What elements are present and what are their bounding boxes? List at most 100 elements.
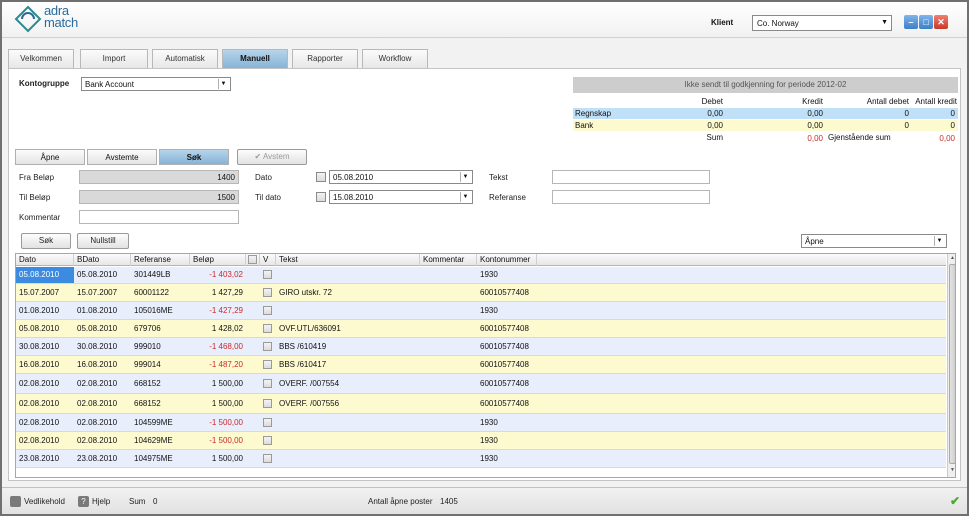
subtab-avstemte[interactable]: Avstemte bbox=[87, 149, 157, 165]
table-row[interactable]: 30.08.2010 30.08.2010 999010 -1 468,00 BBS /… bbox=[16, 338, 946, 356]
cell-kommentar bbox=[420, 320, 477, 337]
kontogruppe-label: Kontogruppe bbox=[19, 79, 70, 88]
til-dato-checkbox[interactable] bbox=[316, 192, 326, 202]
close-button[interactable]: ✕ bbox=[934, 15, 948, 29]
row-checkbox[interactable] bbox=[263, 288, 272, 297]
cell-tekst bbox=[276, 432, 420, 449]
summary-row-sum: Sum 0,00 Gjenstående sum 0,00 bbox=[573, 132, 958, 143]
col-dato[interactable]: Dato bbox=[16, 254, 74, 266]
klient-select[interactable]: Co. Norway ▼ bbox=[752, 15, 892, 31]
chevron-down-icon: ▼ bbox=[460, 192, 470, 202]
col-bdato[interactable]: BDato bbox=[74, 254, 131, 266]
cell-dato: 05.08.2010 bbox=[16, 267, 74, 283]
bank-antall-debet: 0 bbox=[904, 121, 909, 130]
maximize-button[interactable]: □ bbox=[919, 15, 933, 29]
scroll-down-icon[interactable]: ▼ bbox=[949, 467, 955, 475]
row-checkbox[interactable] bbox=[263, 436, 272, 445]
table-row[interactable]: 02.08.2010 02.08.2010 668152 1 500,00 OVERF.… bbox=[16, 374, 946, 394]
tab-velkommen[interactable]: Velkommen bbox=[8, 49, 74, 68]
minimize-button[interactable]: – bbox=[904, 15, 918, 29]
til-dato-picker[interactable]: 15.08.2010 ▼ bbox=[329, 190, 473, 204]
cell-kommentar bbox=[420, 414, 477, 431]
col-kontonummer[interactable]: Kontonummer bbox=[477, 254, 537, 266]
fra-belop-field[interactable]: 1400 bbox=[79, 170, 239, 184]
kontogruppe-select[interactable]: Bank Account ▼ bbox=[81, 77, 231, 91]
table-row[interactable]: 02.08.2010 02.08.2010 104599ME -1 500,00 193… bbox=[16, 414, 946, 432]
tab-manuell[interactable]: Manuell bbox=[222, 49, 288, 68]
nullstill-button[interactable]: Nullstill bbox=[77, 233, 129, 249]
sum-label: Sum bbox=[706, 133, 723, 142]
col-debet: Debet bbox=[701, 97, 723, 106]
scroll-thumb[interactable] bbox=[949, 264, 955, 464]
table-row[interactable]: 05.08.2010 05.08.2010 301449LB -1 403,02 193… bbox=[16, 267, 946, 284]
cell-bdato: 02.08.2010 bbox=[77, 379, 118, 388]
cell-kommentar bbox=[420, 394, 477, 413]
cell-belop: 1 500,00 bbox=[211, 399, 243, 408]
subtab-sok[interactable]: Søk bbox=[159, 149, 229, 165]
kommentar-field[interactable] bbox=[79, 210, 239, 224]
table-row[interactable]: 15.07.2007 15.07.2007 60001122 1 427,29 GIRO… bbox=[16, 284, 946, 302]
regnskap-label: Regnskap bbox=[575, 109, 612, 118]
sok-button[interactable]: Søk bbox=[21, 233, 71, 249]
row-checkbox[interactable] bbox=[263, 418, 272, 427]
col-referanse[interactable]: Referanse bbox=[131, 254, 190, 266]
cell-ref: 104975ME bbox=[134, 454, 173, 463]
cell-kommentar bbox=[420, 267, 477, 283]
main-panel: Kontogruppe Bank Account ▼ Ikke sendt ti… bbox=[8, 68, 961, 481]
table-row[interactable]: 01.08.2010 01.08.2010 105016ME -1 427,29 193… bbox=[16, 302, 946, 320]
row-checkbox[interactable] bbox=[263, 379, 272, 388]
row-checkbox[interactable] bbox=[263, 324, 272, 333]
table-row[interactable]: 16.08.2010 16.08.2010 999014 -1 487,20 BBS /… bbox=[16, 356, 946, 374]
grid-scrollbar[interactable]: ▲ ▼ bbox=[947, 254, 955, 477]
chevron-down-icon: ▼ bbox=[218, 79, 228, 89]
table-row[interactable]: 05.08.2010 05.08.2010 679706 1 428,02 OVF.UT… bbox=[16, 320, 946, 338]
row-checkbox[interactable] bbox=[263, 454, 272, 463]
col-kommentar[interactable]: Kommentar bbox=[420, 254, 477, 266]
col-belop[interactable]: Beløp bbox=[190, 254, 246, 266]
cell-bdato: 16.08.2010 bbox=[77, 360, 118, 369]
tab-rapporter[interactable]: Rapporter bbox=[292, 49, 358, 68]
referanse-field[interactable] bbox=[552, 190, 710, 204]
dato-value: 05.08.2010 bbox=[333, 173, 374, 182]
dato-checkbox[interactable] bbox=[316, 172, 326, 182]
select-all-checkbox[interactable] bbox=[248, 255, 257, 264]
col-select-all[interactable] bbox=[246, 254, 260, 266]
bank-kredit: 0,00 bbox=[807, 121, 823, 130]
til-dato-value: 15.08.2010 bbox=[333, 193, 374, 202]
minimize-icon: – bbox=[908, 17, 914, 27]
cell-belop: 1 427,29 bbox=[211, 288, 243, 297]
table-row[interactable]: 02.08.2010 02.08.2010 668152 1 500,00 OVERF.… bbox=[16, 394, 946, 414]
tab-automatisk[interactable]: Automatisk bbox=[152, 49, 218, 68]
status-filter-select[interactable]: Åpne ▼ bbox=[801, 234, 947, 248]
status-sum-value: 0 bbox=[153, 497, 158, 506]
col-tekst[interactable]: Tekst bbox=[276, 254, 420, 266]
row-checkbox[interactable] bbox=[263, 360, 272, 369]
cell-dato: 02.08.2010 bbox=[19, 399, 60, 408]
cell-kommentar bbox=[420, 284, 477, 301]
row-checkbox[interactable] bbox=[263, 306, 272, 315]
cell-konto: 60010577408 bbox=[480, 288, 529, 297]
vedlikehold-link[interactable]: Vedlikehold bbox=[24, 497, 65, 506]
row-checkbox[interactable] bbox=[263, 399, 272, 408]
status-filter-value: Åpne bbox=[805, 237, 824, 246]
row-checkbox[interactable] bbox=[263, 342, 272, 351]
til-belop-field[interactable]: 1500 bbox=[79, 190, 239, 204]
gjenstaende-label: Gjenstående sum bbox=[828, 133, 891, 142]
cell-ref: 104629ME bbox=[134, 436, 173, 445]
tab-workflow[interactable]: Workflow bbox=[362, 49, 428, 68]
cell-konto: 60010577408 bbox=[480, 342, 529, 351]
hjelp-link[interactable]: Hjelp bbox=[92, 497, 110, 506]
col-antall-debet: Antall debet bbox=[866, 97, 909, 106]
cell-tekst: OVERF. /007554 bbox=[279, 379, 340, 388]
row-checkbox[interactable] bbox=[263, 270, 272, 279]
scroll-up-icon[interactable]: ▲ bbox=[949, 255, 955, 263]
avstem-button[interactable]: ✔ Avstem bbox=[237, 149, 307, 165]
cell-tekst bbox=[276, 450, 420, 467]
tab-import[interactable]: Import bbox=[80, 49, 148, 68]
tekst-field[interactable] bbox=[552, 170, 710, 184]
col-v[interactable]: V bbox=[260, 254, 276, 266]
table-row[interactable]: 02.08.2010 02.08.2010 104629ME -1 500,00 193… bbox=[16, 432, 946, 450]
subtab-apne[interactable]: Åpne bbox=[15, 149, 85, 165]
dato-picker[interactable]: 05.08.2010 ▼ bbox=[329, 170, 473, 184]
table-row[interactable]: 23.08.2010 23.08.2010 104975ME 1 500,00 1930 bbox=[16, 450, 946, 468]
